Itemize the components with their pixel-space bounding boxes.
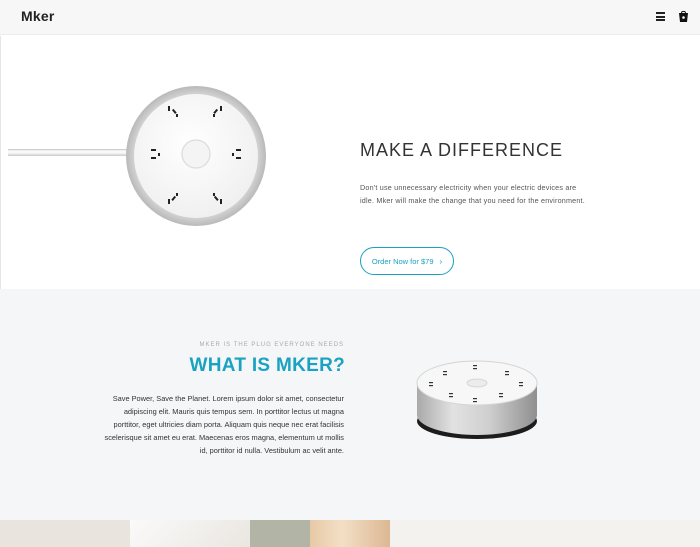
gallery-tile [390, 520, 700, 547]
gallery-tile [310, 520, 390, 547]
gallery-tile [250, 520, 310, 547]
gallery-tile [0, 520, 130, 547]
order-now-label: Order Now for $79 [371, 256, 434, 266]
cart-icon[interactable] [678, 10, 689, 23]
hero-title: MAKE A DIFFERENCE [360, 140, 564, 160]
power-strip-side-image [416, 360, 538, 439]
order-now-button[interactable]: Order Now for $79 › [360, 247, 454, 275]
about-title: WHAT IS MKER? [189, 355, 345, 376]
site-header: Mker [0, 0, 700, 35]
about-eyebrow: MKER IS THE PLUG EVERYONE NEEDS [199, 342, 344, 348]
about-body: Save Power, Save the Planet. Lorem ipsum… [104, 394, 345, 455]
about-section: MKER IS THE PLUG EVERYONE NEEDS WHAT IS … [0, 289, 700, 520]
chevron-right-icon: › [439, 256, 443, 266]
plug-cable [8, 149, 130, 156]
hero-section: MAKE A DIFFERENCE Don't use unnecessary … [0, 36, 700, 289]
hero-description: Don't use unnecessary electricity when y… [360, 183, 585, 205]
gallery-tile [130, 520, 250, 547]
gallery-strip-image [0, 520, 700, 547]
menu-icon[interactable] [656, 12, 665, 21]
site-logo[interactable]: Mker [21, 8, 54, 24]
power-strip-top-image [126, 86, 266, 226]
